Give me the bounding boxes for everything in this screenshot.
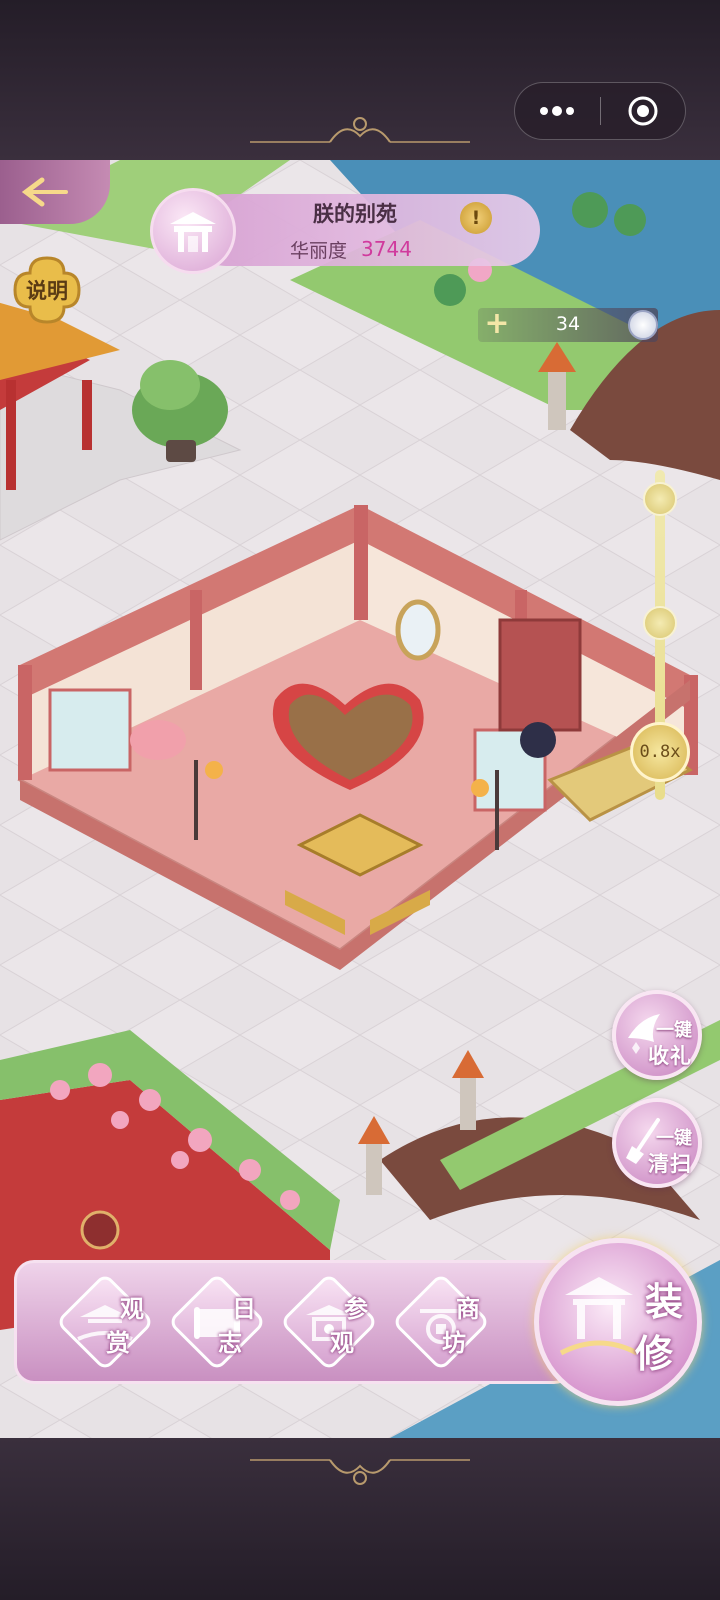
folding-screen-left[interactable]: [48, 688, 132, 772]
close-button[interactable]: [601, 83, 686, 139]
timer-icon: [628, 310, 658, 340]
decorate-char2: 修: [635, 1331, 674, 1376]
decorate-char1: 装: [645, 1279, 684, 1324]
back-button[interactable]: [0, 160, 110, 224]
nav-appreciate-char1: 观: [120, 1294, 144, 1323]
collect-gifts-line1: 一键: [656, 1020, 692, 1041]
character[interactable]: [520, 722, 556, 758]
nav-shop-char2: 坊: [442, 1328, 466, 1357]
counter-value: 34: [555, 313, 581, 335]
nav-shop[interactable]: 商 坊: [391, 1272, 496, 1375]
garden-title-panel: 朕的别苑 华丽度 3744 !: [150, 188, 545, 274]
gate-icon: [170, 212, 216, 252]
splendor-label: 华丽度: [290, 239, 348, 262]
record-close-icon: [628, 96, 658, 126]
splendor-value: 3744: [361, 237, 412, 261]
bottom-ornament: [250, 1459, 470, 1485]
mirror[interactable]: [395, 599, 441, 661]
nav-journal-char1: 日: [232, 1294, 256, 1323]
garden-emblem[interactable]: [150, 188, 236, 274]
nav-appreciate-char2: 赏: [106, 1328, 130, 1357]
visitor-counter: + 34: [478, 306, 658, 342]
more-dots-icon: [540, 106, 575, 116]
collect-gifts-line2: 收礼: [648, 1043, 692, 1068]
add-button[interactable]: +: [480, 306, 514, 342]
clean-up-line2: 清扫: [648, 1151, 692, 1176]
info-button[interactable]: 说明: [12, 255, 82, 325]
nav-visit-char2: 观: [330, 1328, 354, 1357]
clean-up-line1: 一键: [656, 1128, 692, 1149]
zoom-step-knob[interactable]: [643, 482, 677, 516]
nav-journal-char2: 志: [218, 1328, 242, 1357]
pavilion-decor-icon: [559, 1277, 639, 1356]
garden-title: 朕的别苑: [313, 202, 397, 226]
info-button-label: 说明: [26, 278, 68, 303]
clean-up-button[interactable]: 一键 清扫: [612, 1098, 702, 1188]
bookshelf[interactable]: [498, 618, 582, 732]
nav-visit[interactable]: 参 观: [279, 1272, 384, 1375]
nav-shop-char1: 商: [456, 1294, 480, 1323]
mini-program-capsule: [514, 82, 686, 140]
decorate-button[interactable]: 装 修: [534, 1238, 702, 1406]
back-arrow-icon: [21, 177, 68, 207]
zoom-level-handle[interactable]: 0.8x: [630, 722, 690, 782]
exclamation-icon[interactable]: !: [460, 202, 492, 234]
bonsai[interactable]: [130, 720, 186, 760]
nav-visit-char1: 参: [344, 1294, 368, 1323]
nav-journal[interactable]: 日 志: [167, 1272, 272, 1375]
top-ornament: [250, 117, 470, 143]
game-viewport[interactable]: 说明 朕的别苑 华丽度 3744 ! + 34 0.8x 一键 收礼 一键 清扫…: [0, 160, 720, 1438]
collect-gifts-button[interactable]: 一键 收礼: [612, 990, 702, 1080]
nav-appreciate[interactable]: 观 赏: [55, 1272, 160, 1375]
zoom-step-knob[interactable]: [643, 606, 677, 640]
splendor-row: 华丽度 3744: [290, 236, 412, 262]
more-button[interactable]: [515, 83, 600, 139]
